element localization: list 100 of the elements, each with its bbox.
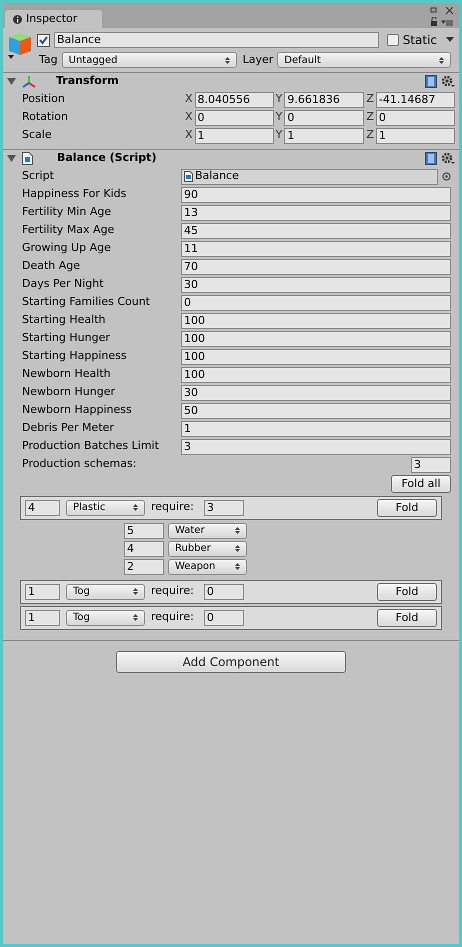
dropdown[interactable]: Default (277, 52, 451, 68)
axis-label: X (185, 109, 193, 126)
input-field[interactable]: 0 (284, 110, 364, 126)
input-field[interactable]: 8.040556 (194, 92, 274, 108)
dropdown[interactable]: Water (168, 522, 247, 538)
field-label: Debris Per Meter (21, 420, 115, 436)
input-field[interactable]: 30 (181, 276, 451, 292)
input-field[interactable]: 11 (181, 240, 451, 256)
layer-label: Layer (242, 52, 274, 68)
input-field[interactable]: 0 (181, 294, 451, 310)
input-field[interactable]: 30 (181, 384, 451, 400)
dropdown[interactable]: Plastic (66, 500, 145, 516)
static-label: Static (402, 32, 437, 49)
fold-button[interactable]: Fold (377, 608, 437, 626)
field-label: Scale (21, 127, 53, 144)
field-label: Starting Happiness (21, 348, 128, 364)
field-label: Newborn Hunger (21, 384, 116, 400)
input-field[interactable]: 1 (284, 128, 364, 144)
input-field[interactable]: 0 (194, 110, 274, 126)
dropdown[interactable]: Rubber (168, 540, 247, 556)
input-field[interactable]: 70 (181, 258, 451, 274)
help-book-icon[interactable] (425, 75, 437, 88)
input-field[interactable]: 0 (204, 610, 244, 626)
input-field[interactable]: 90 (181, 186, 451, 202)
foldout-triangle-icon[interactable] (7, 154, 16, 163)
dropdown[interactable]: Weapon (168, 558, 247, 574)
field-label: Production Batches Limit (21, 438, 160, 454)
dropdown-arrows-icon (133, 614, 138, 621)
input-field[interactable]: 100 (181, 366, 451, 382)
input-field[interactable]: 4 (25, 500, 60, 516)
dropdown-arrows-icon (224, 56, 230, 64)
input-field[interactable]: 3 (181, 438, 451, 454)
input-field[interactable]: 100 (181, 348, 451, 364)
field-label: Days Per Night (21, 276, 105, 292)
axis-label: Y (276, 91, 282, 108)
field-label: Rotation (21, 109, 70, 126)
input-field[interactable]: 3 (204, 500, 244, 516)
axis-label: Y (276, 109, 282, 126)
input-field[interactable]: -41.14687 (376, 92, 456, 108)
require-label: require: (151, 583, 194, 600)
active-checkbox[interactable] (37, 34, 50, 46)
axis-label: X (185, 91, 193, 108)
fold-button[interactable]: Fold (377, 582, 437, 600)
check-icon (39, 36, 48, 44)
field-label: Position (21, 91, 66, 108)
foldout-triangle-icon[interactable] (7, 77, 16, 86)
field-label: Script (21, 168, 55, 184)
inspector-tab[interactable]: Inspector (5, 10, 102, 28)
gear-icon[interactable] (441, 152, 455, 165)
require-label: require: (151, 609, 194, 626)
component-title: Balance (Script) (57, 150, 158, 166)
field-label: Death Age (21, 258, 82, 274)
script-name: Balance (195, 168, 239, 184)
input-field[interactable]: 1 (194, 128, 274, 144)
input-field[interactable]: 5 (124, 522, 164, 538)
input-field[interactable]: 9.661836 (284, 92, 364, 108)
static-checkbox[interactable] (386, 34, 399, 46)
field-label: Happiness For Kids (21, 186, 128, 202)
input-field[interactable]: 1 (25, 610, 60, 626)
caret-icon[interactable] (445, 37, 455, 43)
input-field[interactable]: 3 (411, 456, 451, 472)
name-field[interactable]: Balance (54, 32, 379, 48)
field-label: Newborn Happiness (21, 402, 133, 418)
gear-icon[interactable] (441, 75, 455, 88)
axis-label: Z (366, 91, 374, 108)
input-field[interactable]: 0 (376, 110, 456, 126)
dropdown-arrows-icon (235, 527, 240, 534)
help-book-icon[interactable] (425, 152, 437, 165)
dropdown-arrows-icon (133, 504, 138, 511)
script-file-icon (22, 152, 33, 165)
lock-menu-icon[interactable] (431, 17, 453, 26)
axis-label: Y (276, 127, 282, 144)
input-field[interactable]: 100 (181, 330, 451, 346)
object-picker-icon[interactable] (442, 172, 451, 181)
input-field[interactable]: 2 (124, 558, 164, 574)
tab-label: Inspector (26, 10, 78, 27)
input-field[interactable]: 13 (181, 204, 451, 220)
input-field[interactable]: 1 (376, 128, 456, 144)
input-field[interactable]: 4 (124, 540, 164, 556)
axis-label: Z (366, 109, 374, 126)
field-label: Fertility Min Age (21, 204, 112, 220)
input-field[interactable]: 100 (181, 312, 451, 328)
field-label: Starting Health (21, 312, 106, 328)
input-field[interactable]: 50 (181, 402, 451, 418)
input-field[interactable]: 1 (181, 420, 451, 436)
script-object-field[interactable]: Balance (181, 168, 438, 184)
component-title: Transform (56, 73, 120, 90)
require-label: require: (151, 499, 194, 516)
fold-button[interactable]: Fold all (391, 474, 451, 492)
fold-button[interactable]: Fold (377, 498, 437, 516)
field-label: Starting Families Count (21, 294, 151, 310)
dropdown-arrows-icon (235, 545, 240, 552)
field-label: Newborn Health (21, 366, 112, 382)
input-field[interactable]: 0 (204, 584, 244, 600)
dropdown[interactable]: Untagged (62, 52, 237, 68)
dropdown[interactable]: Tog (66, 610, 145, 626)
input-field[interactable]: 45 (181, 222, 451, 238)
input-field[interactable]: 1 (25, 584, 60, 600)
dropdown[interactable]: Tog (66, 584, 145, 600)
add-component-button[interactable]: Add Component (116, 650, 346, 672)
